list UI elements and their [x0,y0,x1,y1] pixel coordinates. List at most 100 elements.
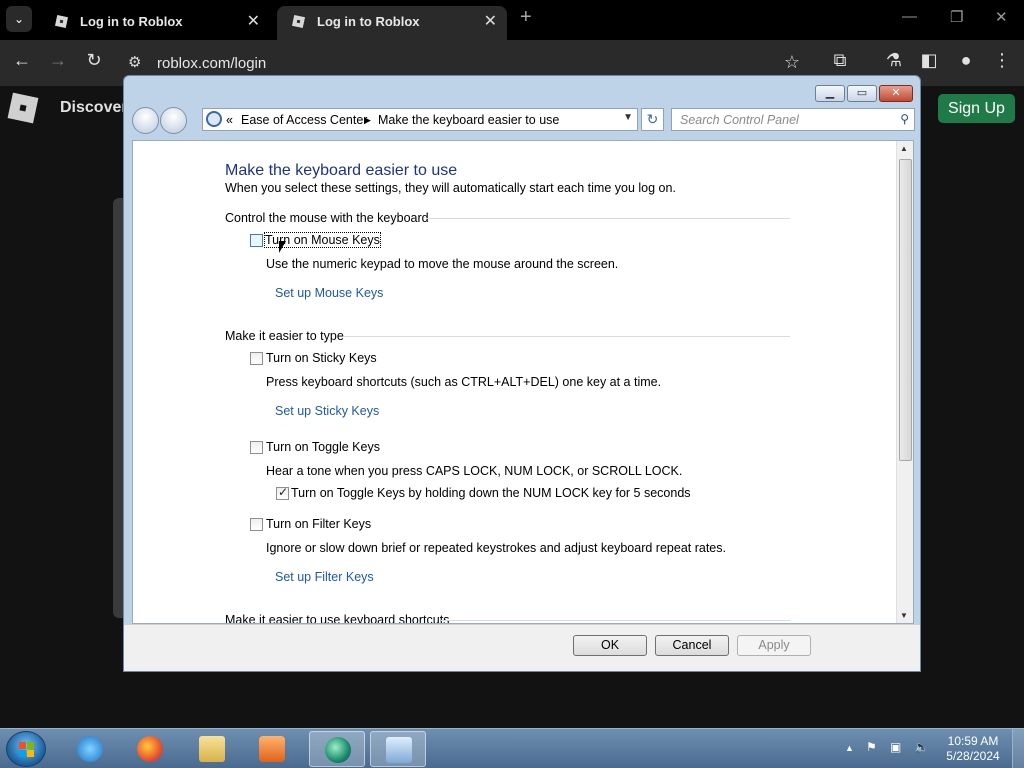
dialog-button-bar: OK Cancel Apply [124,624,920,671]
checkmark-icon: ✓ [278,485,289,499]
site-info-icon[interactable]: ⚙ [128,53,141,71]
windows-logo-icon [19,742,35,758]
volume-muted-icon[interactable]: 🔈 [914,740,929,754]
network-icon[interactable]: ▣ [890,740,901,754]
page-intro: When you select these settings, they wil… [225,181,676,195]
toggle-keys-numlock-label[interactable]: Turn on Toggle Keys by holding down the … [291,486,691,500]
vertical-scrollbar[interactable]: ▲ ▼ [896,141,913,623]
back-nav-button[interactable] [132,107,159,134]
internet-explorer-icon [77,736,103,762]
show-desktop-button[interactable] [1012,729,1024,768]
toggle-keys-checkbox[interactable] [250,441,263,454]
control-panel-window: ▁ ▭ ✕ « Ease of Access Center ▶ Make the… [123,75,921,672]
browser-tab-active[interactable]: Log in to Roblox ✕ [277,6,507,40]
set-up-mouse-keys-link[interactable]: Set up Mouse Keys [275,286,383,300]
roblox-logo-icon[interactable] [7,92,39,124]
taskbar-explorer[interactable] [184,731,240,767]
breadcrumb-overflow[interactable]: « [226,113,233,127]
section-title-type: Make it easier to type [225,329,344,343]
media-player-icon [259,736,285,762]
search-icon[interactable]: ⚲ [900,112,909,126]
window-maximize-button[interactable]: ▭ [847,85,877,102]
address-dropdown-icon[interactable]: ▼ [623,112,633,123]
toggle-keys-description: Hear a tone when you press CAPS LOCK, NU… [266,464,683,478]
set-up-filter-keys-link[interactable]: Set up Filter Keys [275,570,374,584]
action-center-flag-icon[interactable]: ⚑ [866,740,877,754]
system-clock[interactable]: 10:59 AM 5/28/2024 [940,734,1006,764]
filter-keys-checkbox[interactable] [250,518,263,531]
show-hidden-icons[interactable]: ▲ [845,743,854,753]
set-up-sticky-keys-link[interactable]: Set up Sticky Keys [275,404,379,418]
roblox-favicon-icon [54,14,70,30]
window-close-button[interactable]: ✕ [879,85,913,102]
control-panel-icon [386,737,412,763]
start-button[interactable] [6,731,46,767]
apply-button[interactable]: Apply [737,635,811,656]
breadcrumb-address-bar[interactable]: « Ease of Access Center ▶ Make the keybo… [202,108,638,131]
taskbar-control-panel[interactable] [370,731,426,767]
search-control-panel[interactable]: Search Control Panel ⚲ [671,108,915,131]
search-placeholder: Search Control Panel [680,113,799,127]
section-divider [441,620,790,621]
breadcrumb-separator-icon[interactable]: ▶ [364,115,371,126]
browser-app-icon [325,737,351,763]
section-divider [343,336,790,337]
mouse-keys-checkbox[interactable] [250,234,263,247]
forward-icon[interactable]: → [45,50,71,71]
extensions-icon[interactable]: ⧉ [827,50,853,71]
refresh-icon[interactable]: ↻ [641,108,664,131]
url-text: roblox.com/login [157,55,267,72]
mouse-pointer-icon [279,241,286,253]
nav-discover-link[interactable]: Discover [60,99,128,117]
roblox-favicon-icon [291,14,307,30]
control-panel-icon [206,111,222,127]
side-panel-icon[interactable]: ◧ [916,50,942,71]
tab-search-button[interactable]: ⌄ [6,6,32,32]
forward-nav-button[interactable] [160,107,187,134]
taskbar-ie[interactable] [62,731,118,767]
minimize-icon[interactable]: — [902,8,917,25]
section-divider [426,218,790,219]
page-title: Make the keyboard easier to use [225,162,458,179]
toggle-keys-numlock-checkbox[interactable]: ✓ [276,485,289,500]
back-icon[interactable]: ← [9,50,35,71]
browser-tab[interactable]: Log in to Roblox ✕ [40,6,270,40]
section-title-mouse: Control the mouse with the keyboard [225,211,429,225]
labs-flask-icon[interactable]: ⚗ [881,50,907,71]
chrome-menu-icon[interactable]: ⋮ [989,50,1015,71]
tab-title: Log in to Roblox [317,14,420,29]
reload-icon[interactable]: ↻ [81,50,107,71]
tab-close-icon[interactable]: ✕ [484,11,497,31]
breadcrumb-keyboard[interactable]: Make the keyboard easier to use [378,113,559,127]
firefox-icon [137,736,163,762]
profile-avatar-icon[interactable]: ● [953,50,979,71]
taskbar-media-player[interactable] [244,731,300,767]
tab-close-icon[interactable]: ✕ [247,11,260,31]
explorer-folder-icon [199,736,225,762]
scroll-down-icon[interactable]: ▼ [900,611,908,620]
sticky-keys-checkbox[interactable] [250,352,263,365]
close-window-icon[interactable]: ✕ [995,8,1008,26]
scroll-up-icon[interactable]: ▲ [900,144,908,153]
sticky-keys-description: Press keyboard shortcuts (such as CTRL+A… [266,375,662,389]
filter-keys-label[interactable]: Turn on Filter Keys [266,517,371,531]
restore-icon[interactable]: ❐ [950,8,963,26]
taskbar-browser-app[interactable] [309,731,365,767]
taskbar-firefox[interactable] [122,731,178,767]
breadcrumb-ease-of-access[interactable]: Ease of Access Center [241,113,367,127]
clock-date: 5/28/2024 [946,749,1000,763]
sticky-keys-label[interactable]: Turn on Sticky Keys [266,351,377,365]
toggle-keys-label[interactable]: Turn on Toggle Keys [266,440,380,454]
window-minimize-button[interactable]: ▁ [815,85,845,102]
browser-tab-strip: ⌄ Log in to Roblox ✕ Log in to Roblox ✕ … [0,0,1024,40]
scrollbar-thumb[interactable] [899,159,912,461]
ok-button[interactable]: OK [573,635,647,656]
sign-up-button[interactable]: Sign Up [938,94,1015,123]
filter-keys-description: Ignore or slow down brief or repeated ke… [266,541,726,555]
section-title-shortcuts: Make it easier to use keyboard shortcuts [225,613,450,624]
tab-title: Log in to Roblox [80,14,183,29]
cancel-button[interactable]: Cancel [655,635,729,656]
bookmark-star-icon[interactable]: ☆ [784,52,800,73]
new-tab-icon[interactable]: + [520,6,532,29]
windows-taskbar: ▲ ⚑ ▣ 🔈 10:59 AM 5/28/2024 [0,728,1024,768]
